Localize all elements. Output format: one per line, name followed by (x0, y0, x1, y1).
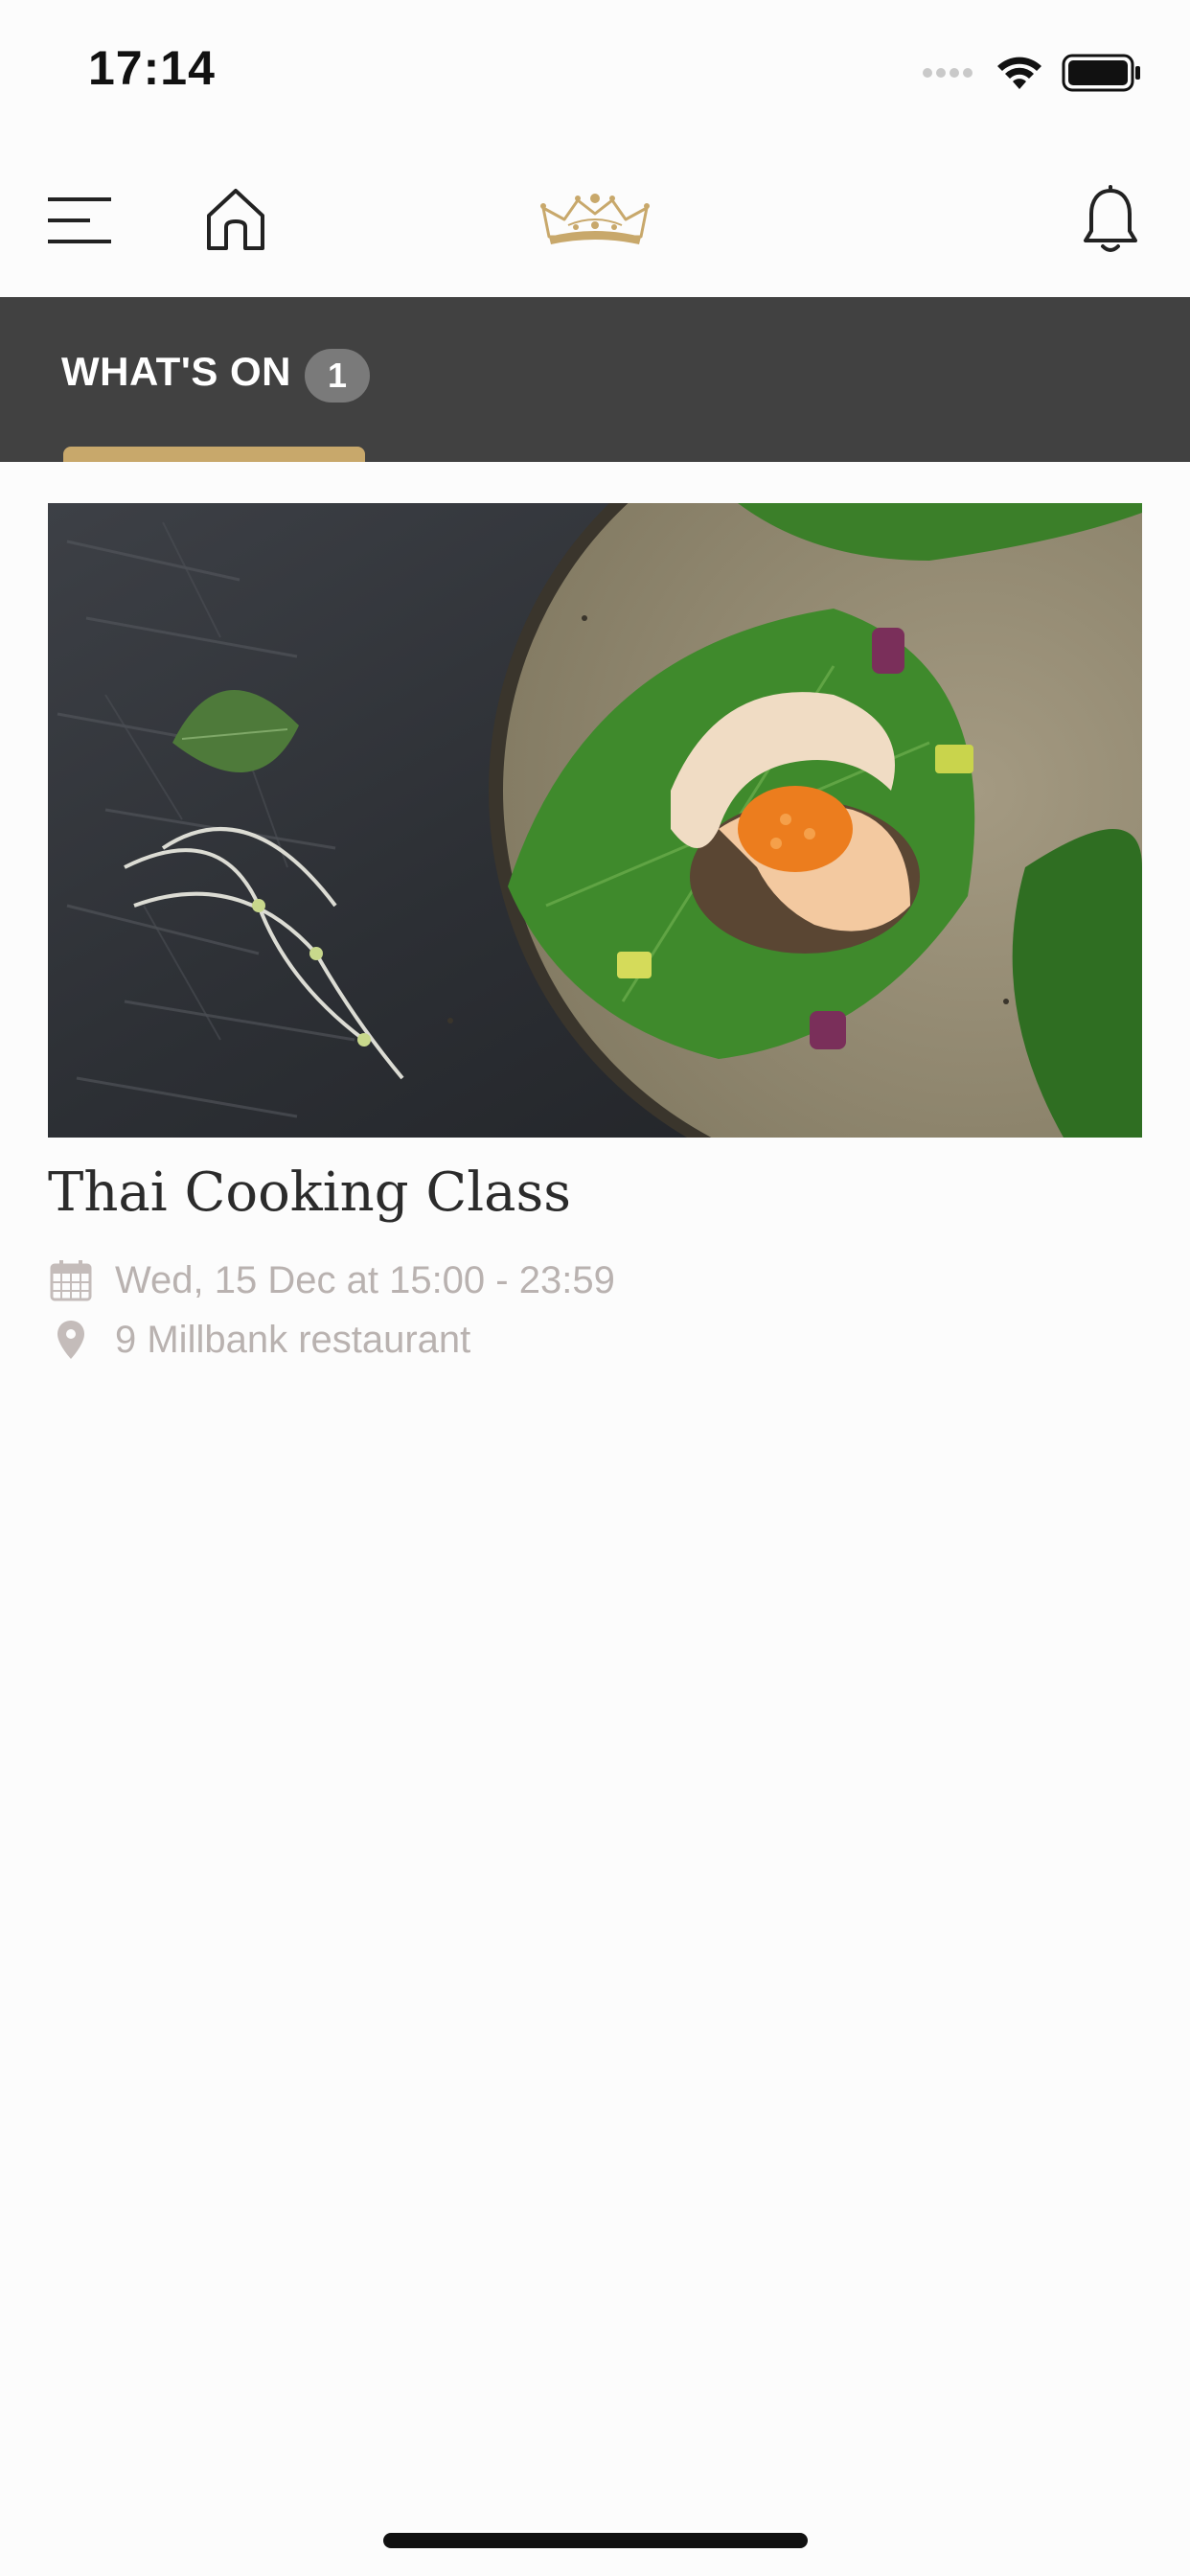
event-date: Wed, 15 Dec at 15:00 - 23:59 (115, 1258, 615, 1301)
menu-icon (48, 197, 111, 243)
menu-button[interactable] (38, 182, 121, 259)
status-indicators (922, 54, 1142, 92)
food-photo (48, 503, 1142, 1138)
crown-logo (540, 194, 650, 244)
wifi-icon (997, 57, 1041, 89)
tab-count-badge: 1 (305, 349, 370, 402)
event-image[interactable] (48, 503, 1142, 1138)
location-pin-icon (48, 1317, 94, 1363)
calendar-icon (48, 1257, 94, 1303)
cellular-signal-icon (923, 68, 973, 78)
event-location-row: 9 Millbank restaurant (48, 1317, 470, 1363)
status-bar: 17:14 (0, 0, 1190, 144)
home-indicator[interactable] (383, 2533, 808, 2548)
app-logo[interactable] (537, 188, 653, 253)
battery-icon (1062, 54, 1140, 92)
tab-whats-on[interactable]: WHAT'S ON (61, 349, 291, 395)
event-date-row: Wed, 15 Dec at 15:00 - 23:59 (48, 1257, 615, 1303)
event-location: 9 Millbank restaurant (115, 1318, 471, 1361)
event-title[interactable]: Thai Cooking Class (48, 1162, 571, 1224)
notifications-button[interactable] (1073, 178, 1148, 263)
bell-icon (1084, 185, 1137, 252)
status-time: 17:14 (88, 41, 216, 95)
home-icon (207, 189, 264, 250)
top-navigation-bar (0, 144, 1190, 297)
home-button[interactable] (197, 178, 274, 261)
screen: 17:14 WHAT'S ON 1 Thai Cooking Class Wed… (0, 0, 1190, 2576)
active-tab-indicator (63, 447, 365, 462)
